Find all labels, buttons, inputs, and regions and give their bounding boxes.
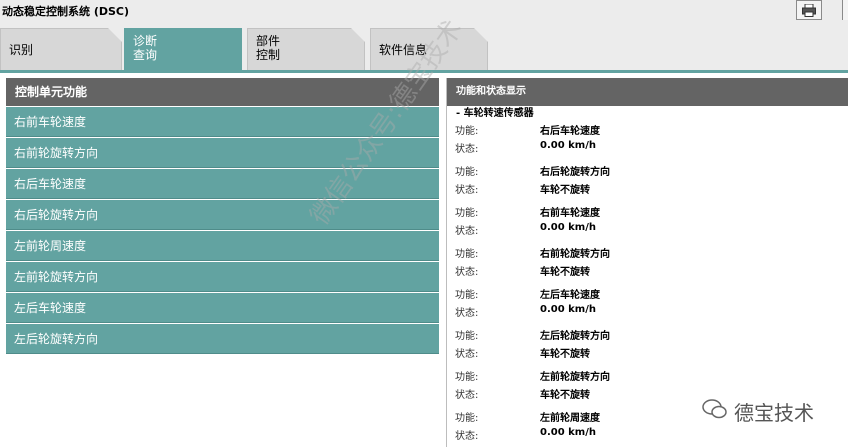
function-item-rf-wheel-direction[interactable]: 右前轮旋转方向 xyxy=(6,138,439,168)
brand-label: 德宝技术 xyxy=(734,401,814,425)
status-label: 状态: xyxy=(455,226,479,237)
tab-label: 软件信息 xyxy=(379,43,428,57)
status-label: 状态: xyxy=(455,431,479,442)
tab-label-line1: 诊断 xyxy=(133,34,158,48)
function-value: 右前轮旋转方向 xyxy=(540,249,610,260)
function-value: 左后车轮速度 xyxy=(540,290,600,301)
function-value: 左前轮周速度 xyxy=(540,413,600,424)
function-label: 功能: xyxy=(455,126,479,137)
function-item-lr-wheel-speed[interactable]: 左后车轮速度 xyxy=(6,293,439,323)
status-entry: 功能: 右前轮旋转方向 状态: 车轮不旋转 xyxy=(447,243,848,284)
function-label: 功能: xyxy=(455,290,479,301)
function-value: 右后车轮速度 xyxy=(540,126,600,137)
status-label: 状态: xyxy=(455,144,479,155)
tab-label-line2: 控制 xyxy=(256,48,281,62)
function-value: 左前轮旋转方向 xyxy=(540,372,610,383)
tab-diagnosis-query[interactable]: 诊断 查询 xyxy=(124,28,242,70)
status-entry: 功能: 左后轮旋转方向 状态: 车轮不旋转 xyxy=(447,325,848,366)
window-edge-button[interactable] xyxy=(842,0,848,20)
print-button[interactable] xyxy=(796,0,822,20)
status-display-panel: 功能和状态显示 - 车轮转速传感器 功能: 右后车轮速度 状态: 0.00 km… xyxy=(446,78,848,447)
status-label: 状态: xyxy=(455,308,479,319)
function-label: 功能: xyxy=(455,167,479,178)
function-item-rr-wheel-direction[interactable]: 右后轮旋转方向 xyxy=(6,200,439,230)
group-title: - 车轮转速传感器 xyxy=(456,108,534,119)
function-label: 功能: xyxy=(455,208,479,219)
status-entry: 功能: 左后车轮速度 状态: 0.00 km/h xyxy=(447,284,848,325)
wechat-icon xyxy=(702,399,727,419)
status-entry: 功能: 右前车轮速度 状态: 0.00 km/h xyxy=(447,202,848,243)
function-item-lf-wheel-speed[interactable]: 左前轮周速度 xyxy=(6,231,439,261)
tab-bar: 识别 诊断 查询 部件 控制 软件信息 xyxy=(0,22,848,73)
window-title: 动态稳定控制系统 (DSC) xyxy=(2,5,130,18)
function-label: 功能: xyxy=(455,413,479,424)
status-label: 状态: xyxy=(455,390,479,401)
control-unit-functions-panel: 控制单元功能 右前车轮速度 右前轮旋转方向 右后车轮速度 右后轮旋转方向 左前轮… xyxy=(6,78,439,357)
status-entry: 功能: 右后轮旋转方向 状态: 车轮不旋转 xyxy=(447,161,848,202)
status-value: 0.00 km/h xyxy=(540,222,596,233)
function-item-rf-wheel-speed[interactable]: 右前车轮速度 xyxy=(6,107,439,137)
printer-icon xyxy=(802,4,816,17)
function-value: 左后轮旋转方向 xyxy=(540,331,610,342)
tab-label: 识别 xyxy=(9,43,34,57)
function-item-lr-wheel-direction[interactable]: 左后轮旋转方向 xyxy=(6,324,439,354)
status-label: 状态: xyxy=(455,349,479,360)
function-value: 右后轮旋转方向 xyxy=(540,167,610,178)
function-value: 右前车轮速度 xyxy=(540,208,600,219)
status-label: 状态: xyxy=(455,267,479,278)
status-value: 车轮不旋转 xyxy=(540,267,590,278)
panel-header: 功能和状态显示 xyxy=(447,78,848,106)
status-value: 0.00 km/h xyxy=(540,140,596,151)
tab-identification[interactable]: 识别 xyxy=(0,28,122,70)
tab-label-line2: 查询 xyxy=(133,48,158,62)
status-value: 车轮不旋转 xyxy=(540,349,590,360)
function-label: 功能: xyxy=(455,249,479,260)
status-value: 车轮不旋转 xyxy=(540,390,590,401)
status-value: 0.00 km/h xyxy=(540,304,596,315)
tab-component-control[interactable]: 部件 控制 xyxy=(247,28,365,70)
title-bar: 动态稳定控制系统 (DSC) xyxy=(0,0,848,23)
function-label: 功能: xyxy=(455,372,479,383)
status-label: 状态: xyxy=(455,185,479,196)
tab-label-line1: 部件 xyxy=(256,34,281,48)
status-value: 0.00 km/h xyxy=(540,427,596,438)
function-label: 功能: xyxy=(455,331,479,342)
status-value: 车轮不旋转 xyxy=(540,185,590,196)
tab-software-info[interactable]: 软件信息 xyxy=(370,28,488,70)
function-item-lf-wheel-direction[interactable]: 左前轮旋转方向 xyxy=(6,262,439,292)
status-entry: 功能: 右后车轮速度 状态: 0.00 km/h xyxy=(447,120,848,161)
panel-header: 控制单元功能 xyxy=(6,78,439,106)
function-item-rr-wheel-speed[interactable]: 右后车轮速度 xyxy=(6,169,439,199)
